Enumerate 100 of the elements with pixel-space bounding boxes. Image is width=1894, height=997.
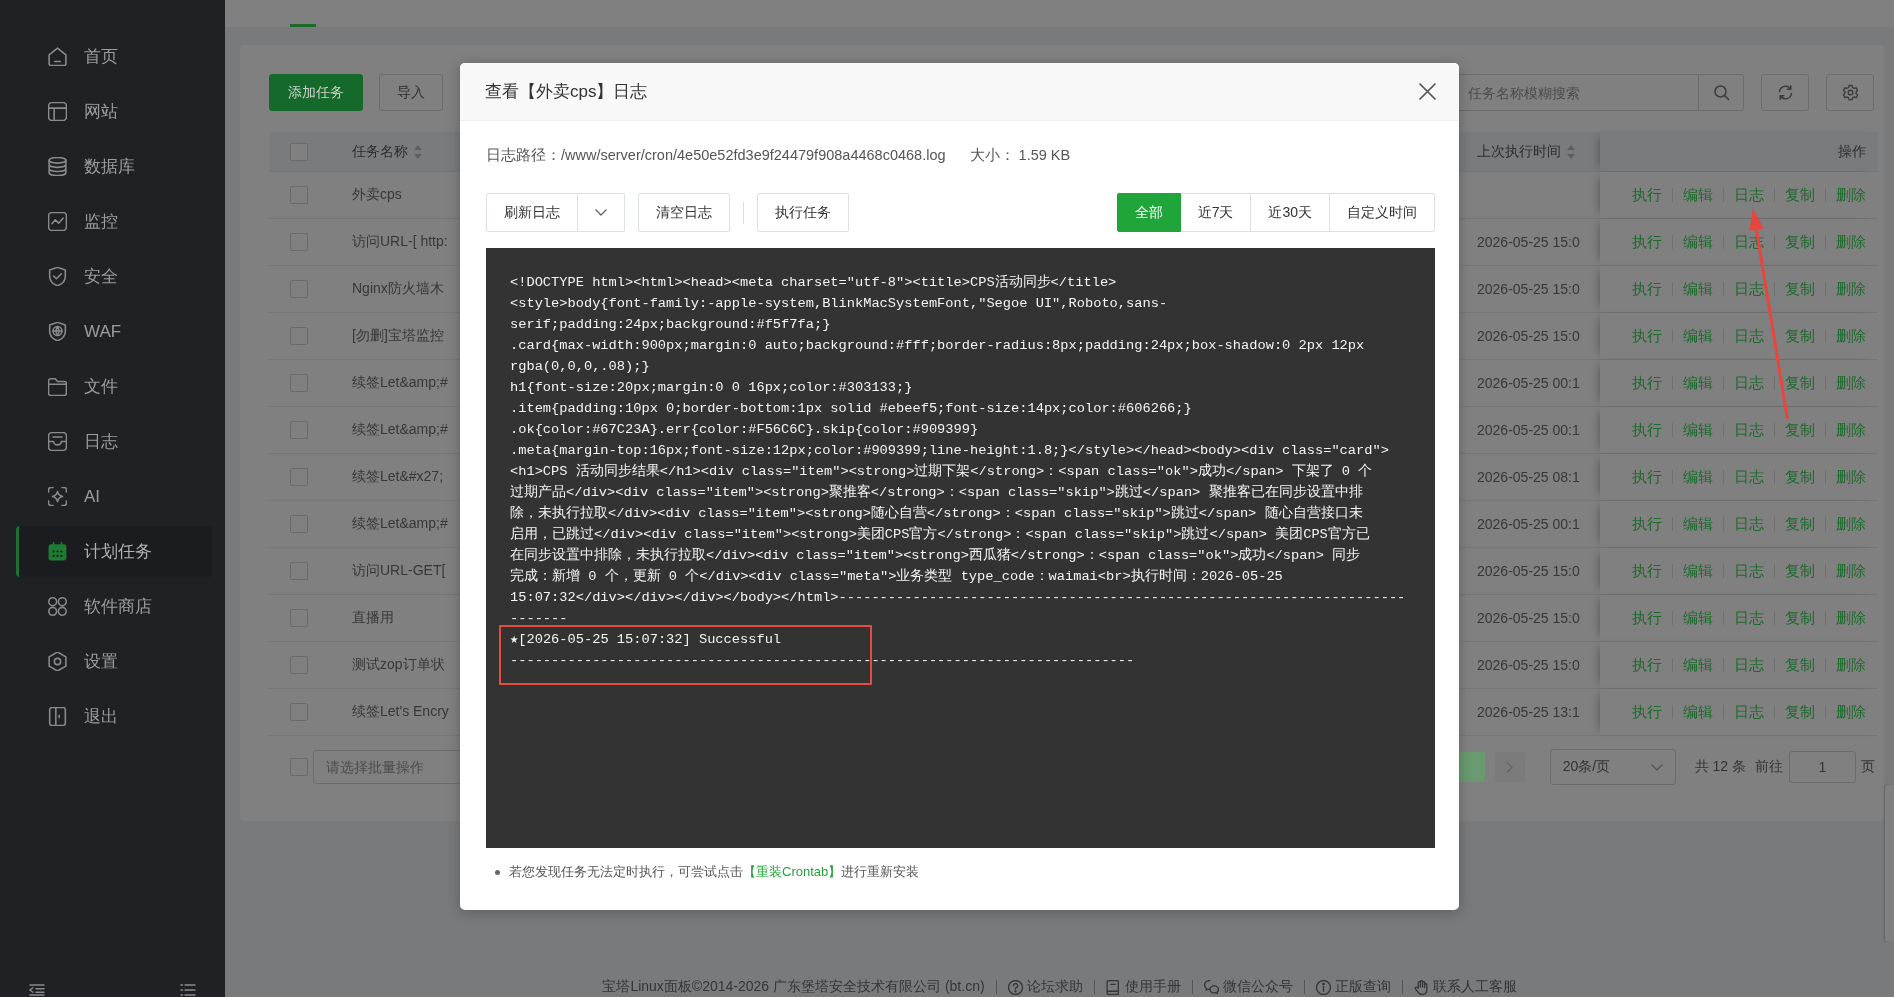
edit-link[interactable]: 编辑	[1683, 561, 1713, 581]
copy-link[interactable]: 复制	[1785, 702, 1815, 722]
copy-link[interactable]: 复制	[1785, 232, 1815, 252]
nav-item[interactable]: 首页	[16, 31, 212, 82]
nav-item[interactable]: WAF	[16, 306, 212, 357]
edit-link[interactable]: 编辑	[1683, 420, 1713, 440]
delete-link[interactable]: 删除	[1836, 373, 1866, 393]
page-input[interactable]: 1	[1789, 751, 1856, 783]
edit-link[interactable]: 编辑	[1683, 279, 1713, 299]
nav-item[interactable]: 网站	[16, 86, 212, 137]
log-link[interactable]: 日志	[1734, 373, 1764, 393]
run-link[interactable]: 执行	[1632, 514, 1662, 534]
delete-link[interactable]: 删除	[1836, 467, 1866, 487]
run-link[interactable]: 执行	[1632, 608, 1662, 628]
log-action-button[interactable]: 执行任务	[757, 193, 849, 232]
nav-item[interactable]: 数据库	[16, 141, 212, 192]
page-size-select[interactable]: 20条/页	[1549, 749, 1676, 785]
run-link[interactable]: 执行	[1632, 279, 1662, 299]
nav-item[interactable]: 退出	[16, 691, 212, 742]
footer-link[interactable]: 联系人工客服	[1413, 978, 1517, 996]
floating-panel[interactable]	[1885, 785, 1894, 942]
nav-item[interactable]: 文件	[16, 361, 212, 412]
edit-link[interactable]: 编辑	[1683, 655, 1713, 675]
nav-item[interactable]: 日志	[16, 416, 212, 467]
delete-link[interactable]: 删除	[1836, 655, 1866, 675]
refresh-button[interactable]	[1761, 74, 1809, 111]
run-link[interactable]: 执行	[1632, 420, 1662, 440]
menu-icon[interactable]	[180, 984, 196, 996]
add-task-button[interactable]: 添加任务	[269, 74, 363, 111]
edit-link[interactable]: 编辑	[1683, 326, 1713, 346]
delete-link[interactable]: 删除	[1836, 561, 1866, 581]
log-link[interactable]: 日志	[1734, 655, 1764, 675]
collapse-icon[interactable]	[29, 984, 45, 996]
delete-link[interactable]: 删除	[1836, 232, 1866, 252]
log-link[interactable]: 日志	[1734, 514, 1764, 534]
edit-link[interactable]: 编辑	[1683, 185, 1713, 205]
log-link[interactable]: 日志	[1734, 467, 1764, 487]
sort-icon[interactable]	[1567, 144, 1575, 159]
range-tab[interactable]: 自定义时间	[1329, 193, 1435, 232]
run-link[interactable]: 执行	[1632, 467, 1662, 487]
log-link[interactable]: 日志	[1734, 326, 1764, 346]
footer-link[interactable]: 正版查询	[1315, 978, 1391, 996]
nav-item[interactable]: AI	[16, 471, 212, 522]
search-button[interactable]	[1698, 74, 1744, 111]
run-link[interactable]: 执行	[1632, 232, 1662, 252]
next-page-button[interactable]	[1494, 752, 1525, 782]
edit-link[interactable]: 编辑	[1683, 467, 1713, 487]
dropdown-button[interactable]	[578, 193, 625, 232]
delete-link[interactable]: 删除	[1836, 279, 1866, 299]
run-link[interactable]: 执行	[1632, 185, 1662, 205]
range-tab[interactable]: 全部	[1116, 193, 1181, 232]
nav-item[interactable]: 安全	[16, 251, 212, 302]
edit-link[interactable]: 编辑	[1683, 373, 1713, 393]
delete-link[interactable]: 删除	[1836, 514, 1866, 534]
delete-link[interactable]: 删除	[1836, 326, 1866, 346]
delete-link[interactable]: 删除	[1836, 608, 1866, 628]
footer-link[interactable]: 微信公众号	[1203, 978, 1293, 996]
run-link[interactable]: 执行	[1632, 702, 1662, 722]
log-link[interactable]: 日志	[1734, 702, 1764, 722]
copy-link[interactable]: 复制	[1785, 326, 1815, 346]
log-link[interactable]: 日志	[1734, 185, 1764, 205]
log-link[interactable]: 日志	[1734, 279, 1764, 299]
nav-item[interactable]: 设置	[16, 636, 212, 687]
nav-item[interactable]: 计划任务	[16, 526, 212, 577]
nav-item[interactable]: 软件商店	[16, 581, 212, 632]
delete-link[interactable]: 删除	[1836, 185, 1866, 205]
delete-link[interactable]: 删除	[1836, 420, 1866, 440]
reinstall-crontab-link[interactable]: 【重装Crontab】	[743, 864, 842, 879]
log-link[interactable]: 日志	[1734, 420, 1764, 440]
log-link[interactable]: 日志	[1734, 561, 1764, 581]
log-action-button[interactable]: 清空日志	[638, 193, 730, 232]
settings-button[interactable]	[1826, 74, 1874, 111]
range-tab[interactable]: 近30天	[1250, 193, 1330, 232]
run-link[interactable]: 执行	[1632, 373, 1662, 393]
log-action-button[interactable]: 刷新日志	[486, 193, 578, 232]
copy-link[interactable]: 复制	[1785, 608, 1815, 628]
copy-link[interactable]: 复制	[1785, 185, 1815, 205]
run-link[interactable]: 执行	[1632, 326, 1662, 346]
copy-link[interactable]: 复制	[1785, 279, 1815, 299]
log-link[interactable]: 日志	[1734, 608, 1764, 628]
copy-link[interactable]: 复制	[1785, 373, 1815, 393]
copy-link[interactable]: 复制	[1785, 561, 1815, 581]
run-link[interactable]: 执行	[1632, 561, 1662, 581]
sort-icon[interactable]	[414, 144, 422, 159]
delete-link[interactable]: 删除	[1836, 702, 1866, 722]
run-link[interactable]: 执行	[1632, 655, 1662, 675]
copy-link[interactable]: 复制	[1785, 514, 1815, 534]
edit-link[interactable]: 编辑	[1683, 608, 1713, 628]
edit-link[interactable]: 编辑	[1683, 514, 1713, 534]
edit-link[interactable]: 编辑	[1683, 232, 1713, 252]
edit-link[interactable]: 编辑	[1683, 702, 1713, 722]
import-button[interactable]: 导入	[379, 74, 443, 111]
nav-item[interactable]: 监控	[16, 196, 212, 247]
copy-link[interactable]: 复制	[1785, 420, 1815, 440]
footer-link[interactable]: 使用手册	[1105, 978, 1181, 996]
footer-link[interactable]: 论坛求助	[1007, 978, 1083, 996]
copy-link[interactable]: 复制	[1785, 655, 1815, 675]
range-tab[interactable]: 近7天	[1179, 193, 1252, 232]
close-button[interactable]	[1419, 83, 1436, 100]
copy-link[interactable]: 复制	[1785, 467, 1815, 487]
